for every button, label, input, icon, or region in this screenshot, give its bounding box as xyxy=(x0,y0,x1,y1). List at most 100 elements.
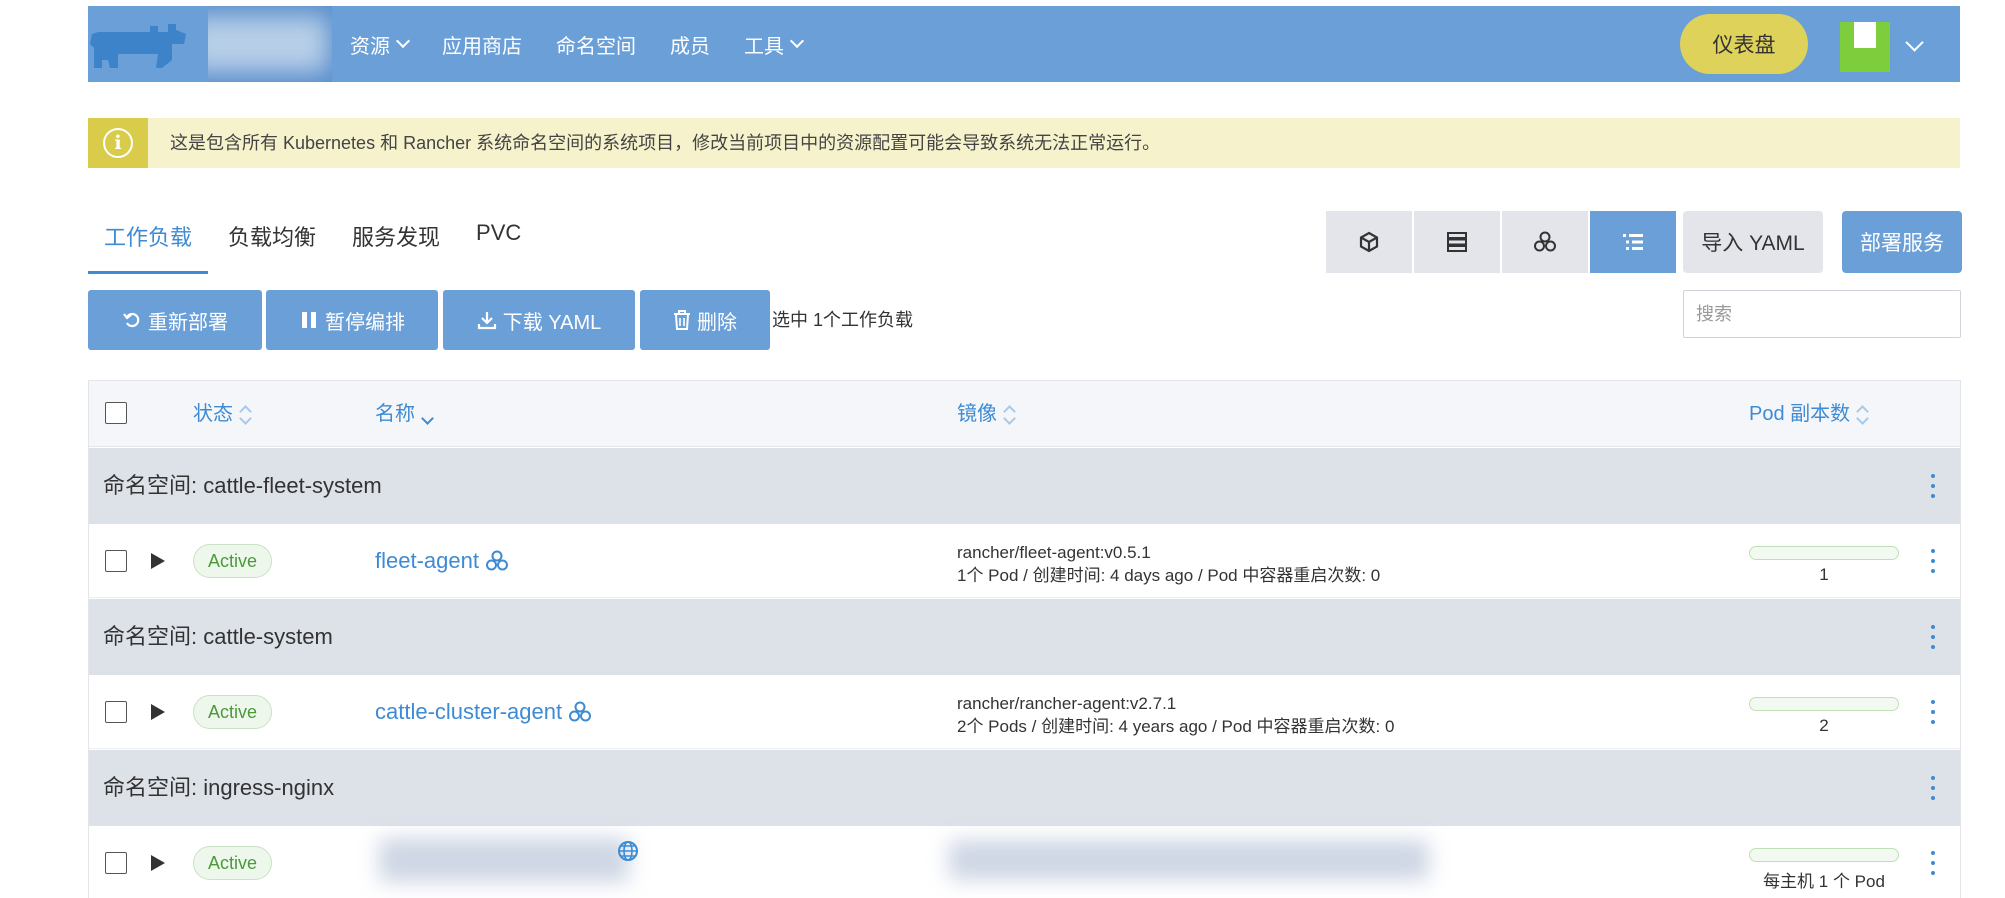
redacted-workload-name xyxy=(379,838,629,882)
scalable-workload-icon xyxy=(569,701,592,722)
view-as-list-button[interactable] xyxy=(1590,211,1676,273)
view-by-node-button[interactable] xyxy=(1414,211,1500,273)
chevron-down-icon xyxy=(395,33,411,49)
info-icon: i xyxy=(103,128,133,158)
pause-label: 暂停编排 xyxy=(325,311,405,334)
more-actions-icon[interactable] xyxy=(1930,851,1936,875)
pod-count: 每主机 1 个 Pod xyxy=(1763,872,1885,891)
workload-details: 1个 Pod / 创建时间: 4 days ago / Pod 中容器重启次数:… xyxy=(957,566,1381,585)
main-nav: 资源 应用商店 命名空间 成员 工具 xyxy=(350,6,836,82)
sort-desc-icon xyxy=(421,405,433,425)
globe-icon xyxy=(618,841,638,861)
list-icon xyxy=(1623,234,1643,250)
expand-row-icon[interactable] xyxy=(151,704,165,720)
pause-orchestration-button[interactable]: 暂停编排 xyxy=(266,290,438,350)
workload-name-link[interactable]: cattle-cluster-agent xyxy=(375,699,592,725)
sort-icon xyxy=(1003,405,1015,425)
cube-icon xyxy=(1359,231,1379,253)
expand-row-icon[interactable] xyxy=(151,553,165,569)
scalable-workload-icon xyxy=(485,550,508,571)
redeploy-button[interactable]: 重新部署 xyxy=(88,290,262,350)
rancher-logo-icon[interactable] xyxy=(88,20,190,70)
sort-icon xyxy=(1856,405,1868,425)
workload-name: fleet-agent xyxy=(375,548,479,573)
tab-workloads[interactable]: 工作负载 xyxy=(88,210,209,274)
column-label: Pod 副本数 xyxy=(1749,403,1851,425)
import-yaml-button[interactable]: 导入 YAML xyxy=(1683,211,1823,273)
row-checkbox[interactable] xyxy=(105,550,127,572)
column-status[interactable]: 状态 xyxy=(193,381,251,447)
status-badge: Active xyxy=(193,544,273,578)
namespace-label: 命名空间: cattle-fleet-system xyxy=(103,473,382,498)
column-label: 镜像 xyxy=(957,403,997,425)
view-by-service-button[interactable] xyxy=(1502,211,1588,273)
project-selector[interactable] xyxy=(208,6,332,82)
download-yaml-button[interactable]: 下载 YAML xyxy=(443,290,635,350)
more-actions-icon[interactable] xyxy=(1930,625,1936,649)
nav-app-store[interactable]: 应用商店 xyxy=(442,30,522,59)
expand-row-icon[interactable] xyxy=(151,855,165,871)
pod-progress-bar xyxy=(1749,546,1899,560)
workload-image: rancher/fleet-agent:v0.5.1 xyxy=(957,543,1151,562)
nav-label: 应用商店 xyxy=(442,35,522,58)
workload-image: rancher/rancher-agent:v2.7.1 xyxy=(957,694,1177,713)
column-name[interactable]: 名称 xyxy=(375,381,433,447)
more-actions-icon[interactable] xyxy=(1930,776,1936,800)
pod-count: 2 xyxy=(1819,716,1829,735)
tab-load-balancing[interactable]: 负载均衡 xyxy=(212,210,332,274)
pod-progress-bar xyxy=(1749,697,1899,711)
workload-name-link[interactable]: fleet-agent xyxy=(375,548,509,574)
redo-icon xyxy=(123,312,140,328)
selection-count: 选中 1个工作负载 xyxy=(772,310,914,330)
delete-button[interactable]: 删除 xyxy=(640,290,770,350)
system-project-warning: i 这是包含所有 Kubernetes 和 Rancher 系统命名空间的系统项… xyxy=(88,118,1960,168)
more-actions-icon[interactable] xyxy=(1930,474,1936,498)
server-icon xyxy=(1447,232,1467,252)
table-row: Active 每主机 1 个 Pod xyxy=(89,826,1960,898)
workload-details: 2个 Pods / 创建时间: 4 years ago / Pod 中容器重启次… xyxy=(957,717,1395,736)
column-image[interactable]: 镜像 xyxy=(957,381,1015,447)
search-input[interactable] xyxy=(1683,290,1961,338)
column-label: 名称 xyxy=(375,403,415,425)
more-actions-icon[interactable] xyxy=(1930,700,1936,724)
status-badge: Active xyxy=(193,695,273,729)
user-menu-chevron-icon[interactable] xyxy=(1905,33,1924,52)
table-header: 状态 名称 镜像 Pod 副本数 xyxy=(89,381,1960,447)
row-checkbox[interactable] xyxy=(105,852,127,874)
nav-resources[interactable]: 资源 xyxy=(350,30,411,59)
tab-service-discovery[interactable]: 服务发现 xyxy=(336,210,456,274)
cluster-icon xyxy=(1534,231,1556,252)
nav-tools[interactable]: 工具 xyxy=(744,30,805,59)
avatar[interactable] xyxy=(1840,22,1890,72)
warning-text: 这是包含所有 Kubernetes 和 Rancher 系统命名空间的系统项目，… xyxy=(170,133,1161,153)
deploy-service-button[interactable]: 部署服务 xyxy=(1842,211,1962,273)
column-label: 状态 xyxy=(193,403,233,425)
nav-label: 命名空间 xyxy=(556,35,636,58)
redacted-workload-image xyxy=(949,840,1429,880)
redeploy-label: 重新部署 xyxy=(148,311,228,334)
column-pods[interactable]: Pod 副本数 xyxy=(1749,381,1868,447)
tab-pvc[interactable]: PVC xyxy=(460,210,537,274)
table-row: Active cattle-cluster-agent rancher/ranc… xyxy=(89,675,1960,749)
redacted-project-name xyxy=(208,16,328,72)
select-all-checkbox[interactable] xyxy=(105,402,127,424)
view-by-namespace-button[interactable] xyxy=(1326,211,1412,273)
more-actions-icon[interactable] xyxy=(1930,549,1936,573)
download-icon xyxy=(477,312,496,330)
row-checkbox[interactable] xyxy=(105,701,127,723)
download-label: 下载 YAML xyxy=(502,311,602,334)
header-gutter xyxy=(0,6,88,82)
workload-name: cattle-cluster-agent xyxy=(375,699,563,724)
trash-icon xyxy=(674,310,690,330)
namespace-group-row: 命名空间: ingress-nginx xyxy=(89,750,1960,826)
dashboard-button[interactable]: 仪表盘 xyxy=(1680,14,1808,74)
chevron-down-icon xyxy=(789,33,805,49)
pause-icon xyxy=(302,312,316,328)
nav-namespaces[interactable]: 命名空间 xyxy=(556,30,636,59)
namespace-group-row: 命名空间: cattle-fleet-system xyxy=(89,448,1960,524)
nav-label: 工具 xyxy=(744,35,784,58)
nav-members[interactable]: 成员 xyxy=(670,30,710,59)
top-header: 资源 应用商店 命名空间 成员 工具 仪表盘 xyxy=(0,6,1960,82)
sort-icon xyxy=(239,405,251,425)
banner-icon-box: i xyxy=(88,118,148,168)
